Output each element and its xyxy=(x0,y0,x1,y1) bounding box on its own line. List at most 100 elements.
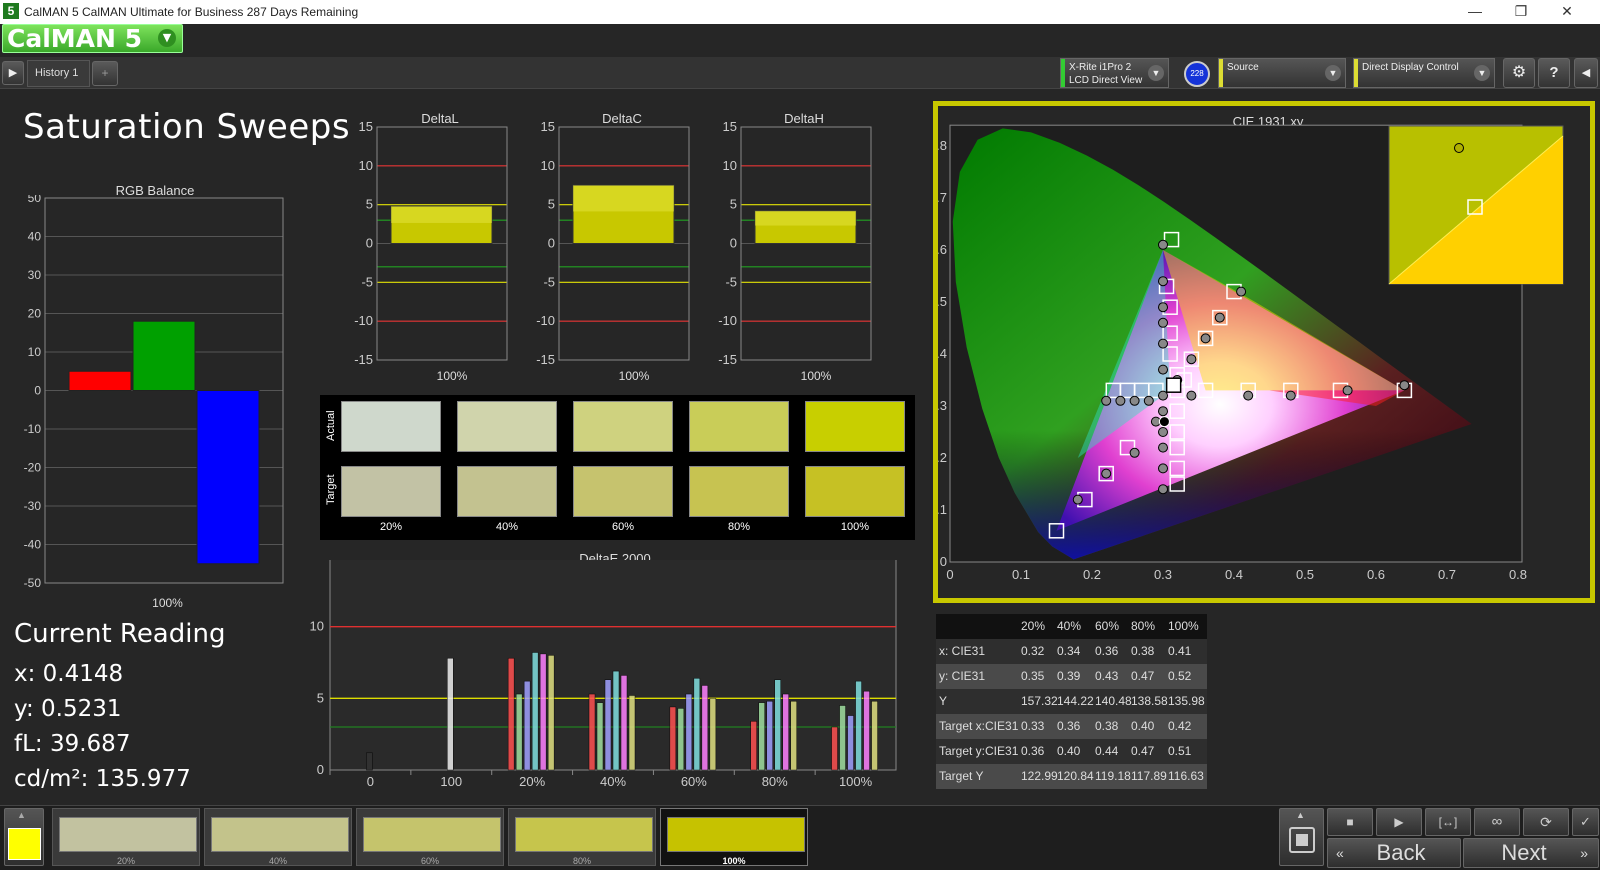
patch-20[interactable]: 20% xyxy=(52,808,200,866)
table-cell: 0.40 xyxy=(1131,719,1155,733)
y-tick-label: -40 xyxy=(24,538,42,552)
target-swatch-80 xyxy=(689,466,789,517)
swatch-label: 100% xyxy=(840,521,870,533)
app-icon: 5 xyxy=(3,3,19,19)
table-cell: 157.32 xyxy=(1021,694,1058,708)
chevron-down-icon: ▼ xyxy=(1148,65,1164,81)
delta-bar-highlight xyxy=(573,185,674,212)
y-tick-label: -15 xyxy=(536,352,555,367)
tab-history-1[interactable]: History 1 xyxy=(27,60,90,87)
sidebar-toggle-button[interactable]: ▶ xyxy=(2,61,24,85)
measured-point xyxy=(1158,338,1168,349)
y-tick-label: -5 xyxy=(725,274,737,289)
row-label: x: CIE31 xyxy=(939,644,986,658)
y-tick-label: 0.2 xyxy=(938,450,947,465)
y-tick-label: 0 xyxy=(34,384,41,398)
table-row: Target x:CIE31 0.33 0.36 0.38 0.40 0.42 xyxy=(936,714,1207,739)
y-tick-label: 0.4 xyxy=(938,346,947,361)
next-button[interactable]: Next » xyxy=(1463,838,1599,868)
white-target-marker xyxy=(1165,377,1182,393)
measure-button[interactable]: [↔] xyxy=(1425,808,1471,836)
rgb-bar xyxy=(68,370,132,391)
measured-point xyxy=(1158,239,1168,250)
play-button[interactable]: ▶ xyxy=(1376,808,1422,836)
deltae-bar xyxy=(677,708,685,771)
row-label: Target y:CIE31 xyxy=(939,744,1019,758)
swatch-panel: Actual Target 20% 40% 60% 80% 100% xyxy=(320,395,915,540)
meter-select[interactable]: X-Rite i1Pro 2 LCD Direct View ▼ xyxy=(1060,58,1169,88)
x-tick-label: 0.8 xyxy=(1509,567,1527,582)
gear-icon: ⚙ xyxy=(1511,64,1527,81)
stop-all-button[interactable]: ▲ xyxy=(1279,808,1324,866)
settings-button[interactable]: ⚙ xyxy=(1503,58,1535,88)
deltae-bar xyxy=(693,678,701,771)
y-tick-label: 0.1 xyxy=(938,502,947,517)
confirm-button[interactable]: ✓ xyxy=(1572,808,1599,836)
y-tick-label: 30 xyxy=(28,268,42,282)
back-button[interactable]: « Back xyxy=(1327,838,1461,868)
patch-color xyxy=(515,817,653,852)
measured-point xyxy=(1072,494,1083,505)
display-status-bar xyxy=(1354,59,1358,87)
next-label: Next xyxy=(1501,840,1547,865)
table-cell: 0.39 xyxy=(1057,669,1081,683)
patch-60[interactable]: 60% xyxy=(356,808,504,866)
collapse-panel-button[interactable]: ◀ xyxy=(1574,58,1598,88)
y-tick-label: 0 xyxy=(366,236,373,251)
y-tick-label: -50 xyxy=(24,576,42,590)
close-button[interactable]: ✕ xyxy=(1544,0,1590,24)
y-tick-label: 0.7 xyxy=(938,190,947,205)
y-tick-label: 15 xyxy=(359,122,373,134)
deltac-chart: 15 10 5 0 -5 -10 -15 xyxy=(536,122,690,367)
target-swatch-40 xyxy=(457,466,557,517)
source-select[interactable]: Source ▼ xyxy=(1218,58,1346,88)
deltal-chart: 15 10 5 0 -5 -10 -15 xyxy=(354,122,508,367)
patch-100[interactable]: 100% xyxy=(660,808,808,866)
calman-logo-menu[interactable]: CalMAN 5 ▼ xyxy=(2,24,183,53)
minimize-button[interactable]: — xyxy=(1452,0,1498,24)
play-icon: ▶ xyxy=(8,67,18,79)
deltae-bar xyxy=(523,680,531,771)
deltae-bar xyxy=(588,693,596,771)
measured-point xyxy=(1158,406,1168,417)
table-cell: 144.22 xyxy=(1057,694,1094,708)
current-patch-swatch xyxy=(8,828,41,860)
tab-label: History 1 xyxy=(35,67,79,79)
y-tick-label: 10 xyxy=(541,158,555,173)
current-patch-button[interactable]: ▲ xyxy=(4,808,44,866)
table-cell: 0.36 xyxy=(1095,644,1119,658)
continuous-button[interactable]: ∞ xyxy=(1474,808,1520,836)
table-cell: 0.36 xyxy=(1021,744,1045,758)
x-tick-label: 0.5 xyxy=(1296,567,1314,582)
logo-text: CalMAN 5 xyxy=(7,24,143,53)
help-button[interactable]: ? xyxy=(1538,58,1570,88)
deltae-bar xyxy=(871,700,878,771)
restore-button[interactable]: ❐ xyxy=(1498,0,1544,24)
deltae-bar xyxy=(847,715,854,771)
patch-80[interactable]: 80% xyxy=(508,808,656,866)
deltae-bar xyxy=(855,680,862,771)
add-tab-button[interactable]: + xyxy=(92,61,118,86)
reading-fl: fL: 39.687 xyxy=(14,731,131,757)
display-select[interactable]: Direct Display Control ▼ xyxy=(1353,58,1495,88)
chevron-down-icon: ▼ xyxy=(1474,65,1490,81)
swatch-label: 20% xyxy=(379,521,403,533)
measured-point xyxy=(1158,484,1168,495)
y-tick-label: 0 xyxy=(940,554,947,569)
cie-panel: CIE 1931 xy 00.10.20.30.40.50.60.70.80.8… xyxy=(933,101,1595,603)
target-swatch-20 xyxy=(341,466,441,517)
patch-40[interactable]: 40% xyxy=(204,808,352,866)
measured-point xyxy=(1186,390,1197,401)
deltae-bar xyxy=(507,657,515,771)
y-tick-label: 10 xyxy=(28,345,42,359)
y-tick-label: 20 xyxy=(28,307,42,321)
stop-button[interactable]: ■ xyxy=(1327,808,1373,836)
deltae-bar xyxy=(758,702,765,771)
measured-point xyxy=(1158,317,1168,328)
refresh-button[interactable]: ⟳ xyxy=(1523,808,1569,836)
deltae-bar xyxy=(766,700,773,771)
table-cell: 120.84 xyxy=(1057,769,1094,783)
actual-swatch-60 xyxy=(573,401,673,452)
column-header: 60% xyxy=(1095,619,1120,633)
meter-badge[interactable]: 228 xyxy=(1184,61,1210,87)
